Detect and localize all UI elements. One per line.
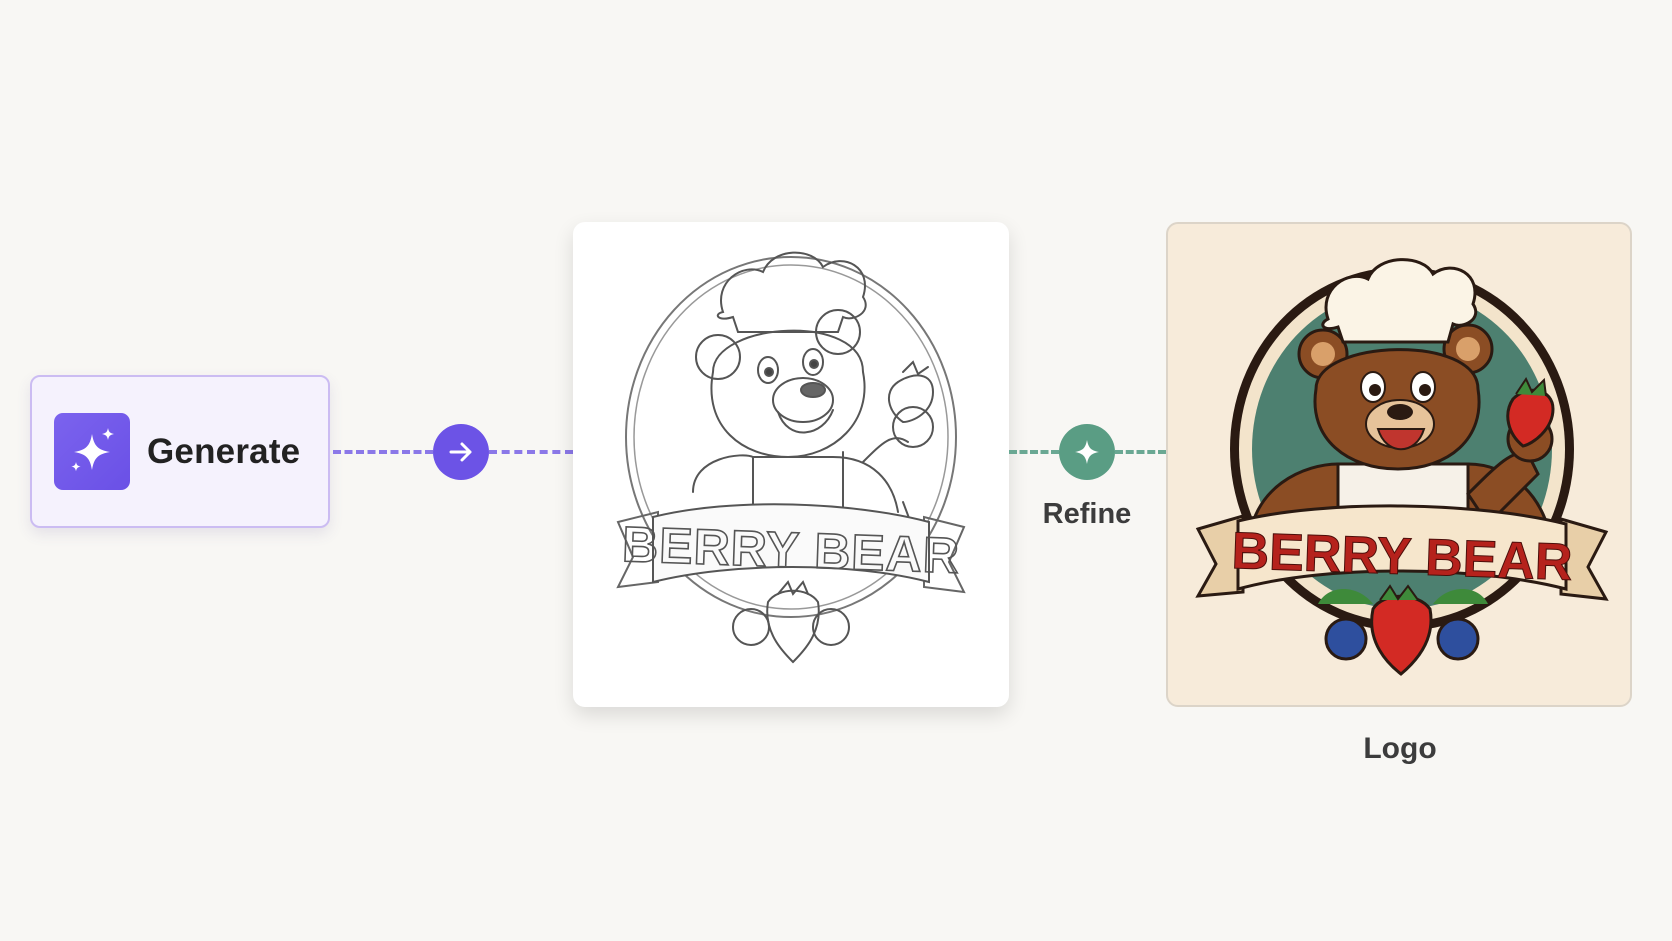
logo-banner-text: BERRY BEAR [1231,522,1574,592]
refine-label: Refine [1042,498,1132,530]
connector-line-right [489,450,573,454]
generate-label: Generate [147,431,301,471]
sketch-image: BERRY BEAR [573,222,1009,707]
connector-line-left-2 [1009,450,1059,454]
refine-sparkle-icon[interactable] [1059,424,1115,480]
connector-line-right-2 [1115,450,1166,454]
generate-button[interactable]: Generate [30,375,330,528]
logo-label: Logo [1363,732,1437,765]
logo-image: BERRY BEAR [1166,222,1632,707]
sparkle-icon [54,413,130,490]
sketch-banner-text: BERRY BEAR [621,516,961,584]
connector-line-left [333,450,433,454]
arrow-right-icon[interactable] [433,424,489,480]
